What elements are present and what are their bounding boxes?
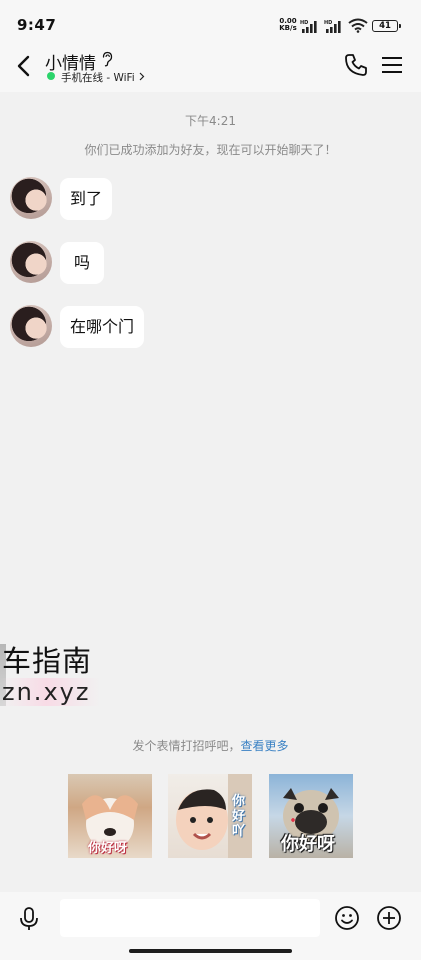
watermark: 车指南 zn.xyz (0, 644, 112, 708)
pug-sticker[interactable]: 你好呀 (269, 774, 353, 858)
input-bar (0, 892, 421, 960)
microphone-icon[interactable] (16, 906, 42, 932)
hd-label: HD (324, 20, 332, 26)
cell-signal-icon: HD (300, 20, 317, 33)
message-bubble[interactable]: 吗 (60, 242, 105, 284)
contact-avatar[interactable] (10, 305, 52, 347)
sticker-caption: 你好吖 (232, 794, 246, 839)
contact-avatar[interactable] (10, 177, 52, 219)
network-speed: 0.00 KB/s (278, 18, 298, 32)
sticker-hint: 发个表情打招呼吧，查看更多 (0, 737, 421, 754)
plus-icon[interactable] (376, 905, 402, 931)
sticker-caption: 你好呀 (88, 841, 128, 856)
online-indicator (47, 72, 55, 80)
online-status[interactable]: 手机在线 - WiFi (61, 70, 135, 85)
wifi-icon (348, 18, 368, 33)
phone-call-button[interactable] (343, 52, 369, 78)
network-speed-unit: KB/s (279, 24, 297, 32)
message-bubble[interactable]: 在哪个门 (60, 306, 145, 348)
see-more-link[interactable]: 查看更多 (241, 739, 289, 753)
home-indicator[interactable] (129, 949, 292, 953)
watermark-text: 车指南 (2, 644, 93, 678)
baby-sticker[interactable]: 你好吖 (168, 774, 252, 858)
chat-time-divider: 下午4:21 (185, 114, 236, 128)
sticker-hint-text: 发个表情打招呼吧， (132, 739, 241, 753)
cell-signal-icon: HD (324, 20, 341, 33)
back-button[interactable] (12, 52, 36, 80)
menu-button[interactable] (381, 55, 403, 75)
ear-icon (102, 51, 113, 67)
battery-icon: 41 (372, 20, 401, 32)
chat-header: 小情情 手机在线 - WiFi (0, 44, 421, 92)
status-time: 9:47 (17, 16, 57, 34)
chevron-right-icon[interactable] (139, 72, 145, 81)
status-bar: 9:47 0.00 KB/s HD HD 41 (0, 0, 421, 44)
sticker-caption: 你好呀 (281, 834, 335, 855)
hd-label: HD (300, 20, 308, 26)
watermark-domain: zn.xyz (2, 678, 101, 706)
friend-added-notice: 你们已成功添加为好友，现在可以开始聊天了！ (84, 143, 337, 157)
contact-avatar[interactable] (10, 241, 52, 283)
message-input[interactable] (60, 899, 320, 937)
message-bubble[interactable]: 到了 (60, 178, 113, 220)
dog-sticker[interactable]: 你好呀 (68, 774, 152, 858)
emoji-icon[interactable] (334, 905, 360, 931)
chat-screen: 9:47 0.00 KB/s HD HD 41 小情情 手机在线 - WiFi … (0, 0, 421, 960)
